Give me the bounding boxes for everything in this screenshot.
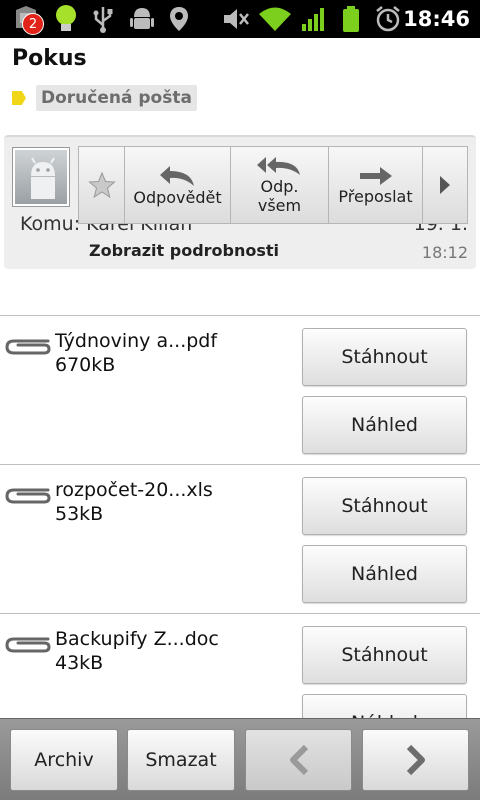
- attachment-size: 53kB: [55, 503, 104, 525]
- delete-button[interactable]: Smazat: [127, 729, 235, 791]
- message-header-card: Komu: Karel Kilián 19. 1. Zobrazit podro…: [4, 135, 476, 269]
- chevron-right-icon: [440, 176, 450, 194]
- chevron-right-icon: [406, 744, 425, 776]
- reply-label: Odpovědět: [133, 187, 222, 207]
- status-bar: 2 18:46: [0, 0, 480, 38]
- android-debug-icon: [128, 4, 156, 34]
- archive-button[interactable]: Archiv: [10, 729, 118, 791]
- attachment-size: 670kB: [55, 354, 116, 376]
- wifi-icon: [258, 4, 292, 34]
- reply-arrow-icon: [159, 165, 194, 186]
- lightbulb-icon: [52, 4, 80, 34]
- android-avatar-icon: [31, 157, 55, 199]
- paperclip-icon: [5, 637, 51, 653]
- label-row: Doručená pošta: [12, 84, 197, 112]
- sender-avatar[interactable]: [13, 148, 69, 206]
- notification-count-badge: 2: [22, 13, 44, 35]
- battery-icon: [338, 4, 364, 34]
- message-subject: Pokus: [12, 46, 87, 71]
- usb-icon: [90, 4, 116, 34]
- more-actions-button[interactable]: [423, 147, 467, 223]
- reply-all-label-line1: Odp.: [260, 177, 299, 196]
- preview-button[interactable]: Náhled: [302, 396, 467, 454]
- reply-all-button[interactable]: Odp. všem: [231, 147, 329, 223]
- attachment-name: Backupify Z...doc: [55, 628, 219, 650]
- reply-all-label-line2: všem: [257, 196, 302, 215]
- attachment-size: 43kB: [55, 652, 104, 674]
- status-time: 18:46: [403, 7, 470, 31]
- forward-label: Přeposlat: [338, 186, 413, 206]
- divider: [0, 315, 480, 316]
- paperclip-icon: [5, 488, 51, 504]
- download-button[interactable]: Stáhnout: [302, 477, 467, 535]
- paperclip-icon: [5, 339, 51, 355]
- alarm-icon: [374, 4, 402, 34]
- mute-icon: [222, 4, 250, 34]
- bottom-action-bar: Archiv Smazat: [0, 718, 480, 800]
- chevron-left-icon: [289, 744, 308, 776]
- message-action-bar: Odpovědět Odp. všem Přeposlat: [78, 146, 468, 224]
- previous-message-button[interactable]: [245, 729, 352, 791]
- preview-button[interactable]: Náhled: [302, 545, 467, 603]
- reply-all-arrow-icon: [256, 157, 300, 175]
- divider: [0, 613, 480, 614]
- download-button[interactable]: Stáhnout: [302, 328, 467, 386]
- forward-arrow-icon: [359, 166, 392, 185]
- divider: [0, 464, 480, 465]
- forward-button[interactable]: Přeposlat: [329, 147, 423, 223]
- label-chip-inbox[interactable]: Doručená pošta: [36, 85, 197, 111]
- star-icon: [87, 171, 116, 199]
- signal-icon: [300, 4, 328, 34]
- download-button[interactable]: Stáhnout: [302, 626, 467, 684]
- label-tag-icon: [12, 91, 26, 105]
- show-details-link[interactable]: Zobrazit podrobnosti: [89, 241, 279, 260]
- attachment-name: rozpočet-20...xls: [55, 479, 213, 501]
- reply-button[interactable]: Odpovědět: [125, 147, 231, 223]
- message-time: 18:12: [421, 243, 468, 262]
- attachment-name: Týdnoviny a...pdf: [55, 330, 218, 352]
- location-icon: [166, 4, 192, 34]
- star-button[interactable]: [79, 147, 125, 223]
- next-message-button[interactable]: [362, 729, 469, 791]
